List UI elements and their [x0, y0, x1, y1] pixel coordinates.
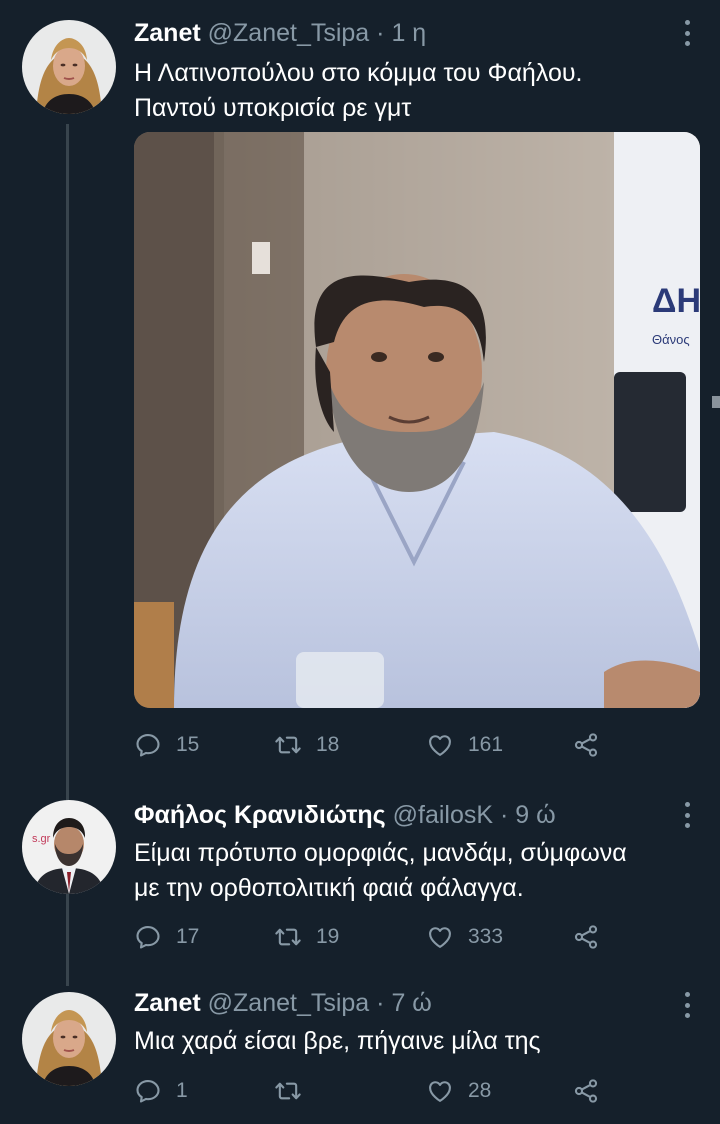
retweet-icon	[274, 1077, 302, 1105]
separator: ·	[500, 801, 509, 829]
separator: ·	[376, 19, 385, 47]
avatar[interactable]	[22, 20, 116, 114]
tweet-actions: 15 18 161	[134, 728, 604, 762]
reply-icon	[134, 1077, 162, 1105]
more-options-icon[interactable]	[682, 20, 692, 46]
sign-subtext: Θάνος	[652, 332, 690, 347]
tweet-actions: 17 19 333	[134, 920, 604, 954]
user-handle[interactable]: @Zanet_Tsipa	[208, 19, 370, 47]
tweet-text-line: Παντού υποκρισία ρε γμτ	[134, 94, 412, 122]
tweet-text-line: με την ορθοπολιτική φαιά φάλαγγα.	[134, 874, 524, 902]
like-button[interactable]: 333	[426, 920, 503, 954]
more-options-icon[interactable]	[682, 802, 692, 828]
retweet-button[interactable]	[274, 1074, 326, 1108]
share-button[interactable]	[572, 1074, 614, 1108]
avatar-watermark: s.gr	[32, 833, 51, 845]
heart-icon	[426, 731, 454, 759]
tweet[interactable]: Zanet @Zanet_Tsipa · 1 η Η Λατινοπούλου …	[0, 0, 720, 790]
avatar[interactable]	[22, 992, 116, 1086]
tweet-text-line: Είμαι πρότυπο ομορφιάς, μανδάμ, σύμφωνα	[134, 839, 627, 867]
separator: ·	[376, 989, 385, 1017]
retweet-button[interactable]: 18	[274, 728, 339, 762]
tweet-image[interactable]: ΔΗ Θάνος	[134, 132, 700, 708]
share-icon	[572, 731, 600, 759]
tweet-actions: 1 28	[134, 1074, 604, 1108]
timestamp[interactable]: 9 ώ	[515, 801, 555, 829]
reply-count: 15	[176, 733, 200, 756]
retweet-icon	[274, 731, 302, 759]
display-name[interactable]: Zanet	[134, 19, 201, 47]
like-button[interactable]: 161	[426, 728, 503, 762]
more-options-icon[interactable]	[682, 992, 692, 1018]
tweet-text-line: Η Λατινοπούλου στο κόμμα του Φαήλου.	[134, 59, 583, 87]
reply-icon	[134, 731, 162, 759]
tweet-text-line: Μια χαρά είσαι βρε, πήγαινε μίλα της	[134, 1027, 541, 1055]
tweet-header: Φαήλος Κρανιδιώτης @failosK · 9 ώ	[134, 800, 556, 830]
reply-count: 17	[176, 925, 200, 948]
tweet[interactable]: s.gr Φαήλος Κρανιδιώτης @failosK · 9 ώ Ε…	[0, 790, 720, 980]
tweet-header: Zanet @Zanet_Tsipa · 7 ώ	[134, 988, 432, 1018]
avatar[interactable]: s.gr	[22, 800, 116, 894]
tweet-header: Zanet @Zanet_Tsipa · 1 η	[134, 18, 426, 48]
reply-icon	[134, 923, 162, 951]
share-icon	[572, 923, 600, 951]
timestamp[interactable]: 1 η	[391, 19, 426, 47]
reply-button[interactable]: 15	[134, 728, 199, 762]
scrollbar-thumb[interactable]	[712, 396, 720, 408]
sign-text: ΔΗ	[652, 282, 700, 320]
user-handle[interactable]: @Zanet_Tsipa	[208, 989, 370, 1017]
display-name[interactable]: Zanet	[134, 989, 201, 1017]
like-count: 161	[468, 733, 504, 756]
retweet-count: 18	[316, 733, 340, 756]
retweet-count: 19	[316, 925, 340, 948]
heart-icon	[426, 1077, 454, 1105]
tweet-text: Είμαι πρότυπο ομορφιάς, μανδάμ, σύμφωνα …	[134, 836, 704, 906]
share-button[interactable]	[572, 920, 614, 954]
reply-button[interactable]: 17	[134, 920, 199, 954]
like-count: 28	[468, 1079, 492, 1102]
timestamp[interactable]: 7 ώ	[391, 989, 431, 1017]
tweet-text: Μια χαρά είσαι βρε, πήγαινε μίλα της	[134, 1024, 694, 1059]
like-count: 333	[468, 925, 504, 948]
user-handle[interactable]: @failosK	[393, 801, 493, 829]
retweet-button[interactable]: 19	[274, 920, 339, 954]
retweet-icon	[274, 923, 302, 951]
heart-icon	[426, 923, 454, 951]
reply-count: 1	[176, 1079, 188, 1102]
share-icon	[572, 1077, 600, 1105]
reply-button[interactable]: 1	[134, 1074, 188, 1108]
tweet-text: Η Λατινοπούλου στο κόμμα του Φαήλου. Παν…	[134, 56, 694, 126]
share-button[interactable]	[572, 728, 614, 762]
tweet[interactable]: Zanet @Zanet_Tsipa · 7 ώ Μια χαρά είσαι …	[0, 980, 720, 1124]
like-button[interactable]: 28	[426, 1074, 491, 1108]
display-name[interactable]: Φαήλος Κρανιδιώτης	[134, 801, 386, 829]
